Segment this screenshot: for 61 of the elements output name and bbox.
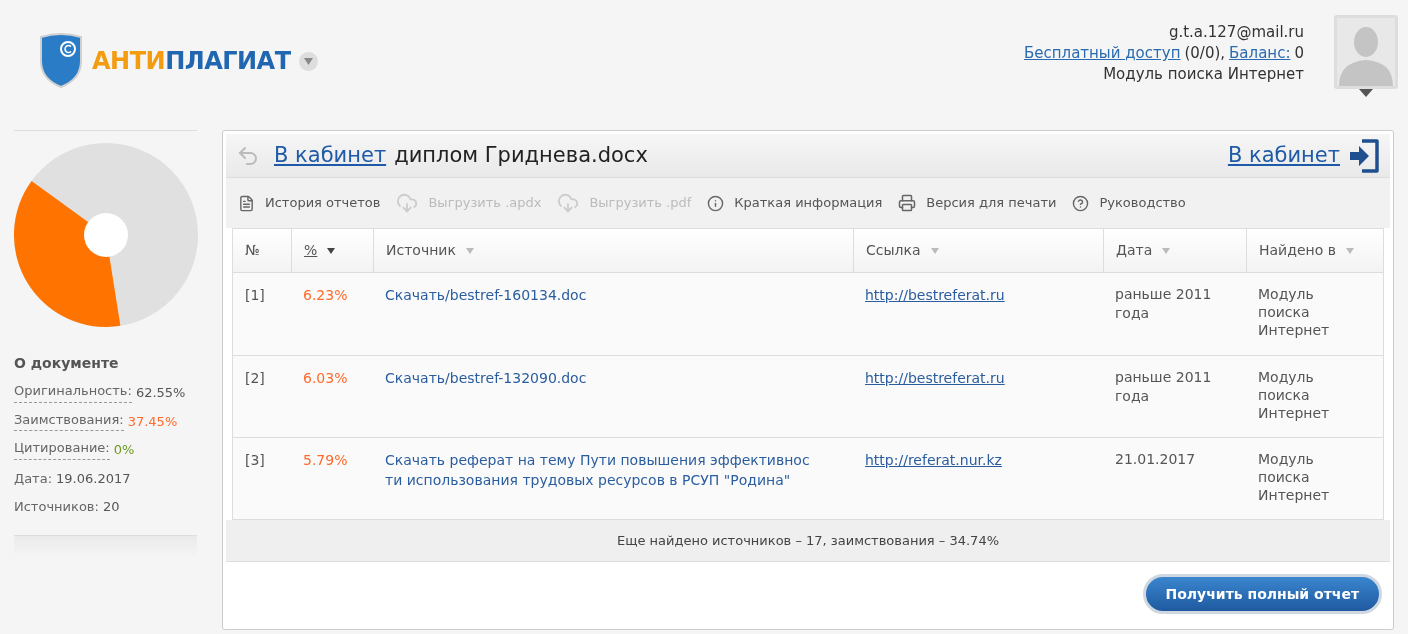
url-link[interactable]: http://bestreferat.ru: [865, 287, 1005, 303]
toolbar-link[interactable]: Руководство: [1099, 193, 1186, 213]
balance-value: 0: [1294, 43, 1304, 64]
source-link[interactable]: Скачать реферат на тему Пути повышения эффективности использования трудовых ресурсов в РСУП "Родина": [373, 438, 853, 519]
percent-cell-text: 5.79%: [302, 451, 349, 470]
stat-label: Заимствования:: [14, 411, 124, 431]
table-cell-text: [2]: [244, 369, 266, 388]
column-header: №: [244, 241, 261, 260]
free-access-link[interactable]: Бесплатный доступ: [1023, 43, 1181, 64]
login-arrow-icon[interactable]: [1348, 138, 1380, 173]
stat-value: 19.06.2017: [56, 469, 131, 488]
date-cell-text: 21.01.2017: [1114, 450, 1197, 469]
help-icon: [1072, 194, 1090, 212]
cloud-download-icon: [557, 192, 580, 214]
column-header[interactable]: Найдено в: [1246, 229, 1383, 272]
percent-cell-text: 6.23%: [302, 286, 349, 305]
shield-logo-icon: [38, 33, 84, 89]
found-in-cell-text: Модуль поиска Интернет: [1257, 285, 1331, 340]
free-access-count: (0/0),: [1184, 43, 1226, 64]
date-cell-text: раньше 2011 года: [1114, 285, 1213, 323]
toolbar-link[interactable]: Краткая информация: [734, 193, 883, 213]
module-name: Модуль поиска Интернет: [1103, 64, 1304, 85]
stat-value: 37.45%: [127, 412, 178, 431]
info-icon: [707, 194, 725, 212]
column-header[interactable]: Ссылка: [853, 229, 1103, 272]
dropdown-caret-icon[interactable]: [298, 51, 318, 71]
column-header[interactable]: Источник: [373, 229, 853, 272]
stat-value: 0%: [113, 441, 135, 459]
sidebar-title: О документе: [14, 354, 120, 373]
user-email: g.t.a.127@mail.ru: [1168, 22, 1304, 43]
summary-text: Еще найдено источников – 17, заимствования – 34.74%: [226, 520, 1390, 562]
url-link[interactable]: http://referat.nur.kz: [865, 452, 1002, 468]
stat-value: 62.55%: [135, 384, 186, 402]
source-link[interactable]: Скачать/bestref-160134.doc: [373, 273, 853, 355]
stat-label: Цитирование:: [14, 440, 110, 460]
found-in-cell-text: Модуль поиска Интернет: [1257, 368, 1331, 423]
stat-label: Дата:: [14, 469, 53, 488]
column-header[interactable]: Дата: [1103, 229, 1246, 272]
stat-value: 20: [102, 498, 120, 516]
toolbar-link[interactable]: Версия для печати: [926, 193, 1057, 213]
stat-label: Источников:: [14, 498, 99, 516]
percent-cell-text: 6.03%: [302, 369, 349, 388]
column-header[interactable]: %: [291, 229, 373, 272]
printer-icon: [898, 194, 917, 212]
balance-link[interactable]: Баланс:: [1229, 43, 1291, 64]
cabinet-link[interactable]: В кабинет: [1227, 139, 1340, 172]
found-in-cell-text: Модуль поиска Интернет: [1257, 450, 1331, 505]
stat-label: Оригинальность:: [14, 383, 132, 403]
source-link[interactable]: Скачать/bestref-132090.doc: [373, 356, 853, 437]
toolbar-link[interactable]: История отчетов: [265, 193, 381, 213]
logo-text: АНТИПЛАГИАТ: [92, 46, 291, 77]
url-link[interactable]: http://bestreferat.ru: [865, 370, 1005, 386]
full-report-button[interactable]: Получить полный отчет: [1142, 574, 1382, 614]
document-title: диплом Гриднева.docx: [394, 141, 648, 169]
date-cell-text: раньше 2011 года: [1114, 368, 1213, 406]
document-icon: [238, 194, 255, 212]
sort-arrow-icon[interactable]: [327, 247, 336, 254]
table-cell-text: [1]: [244, 286, 266, 305]
cloud-download-icon: [396, 192, 419, 214]
cabinet-link[interactable]: В кабинет: [274, 139, 387, 172]
table-cell-text: [3]: [244, 451, 266, 470]
